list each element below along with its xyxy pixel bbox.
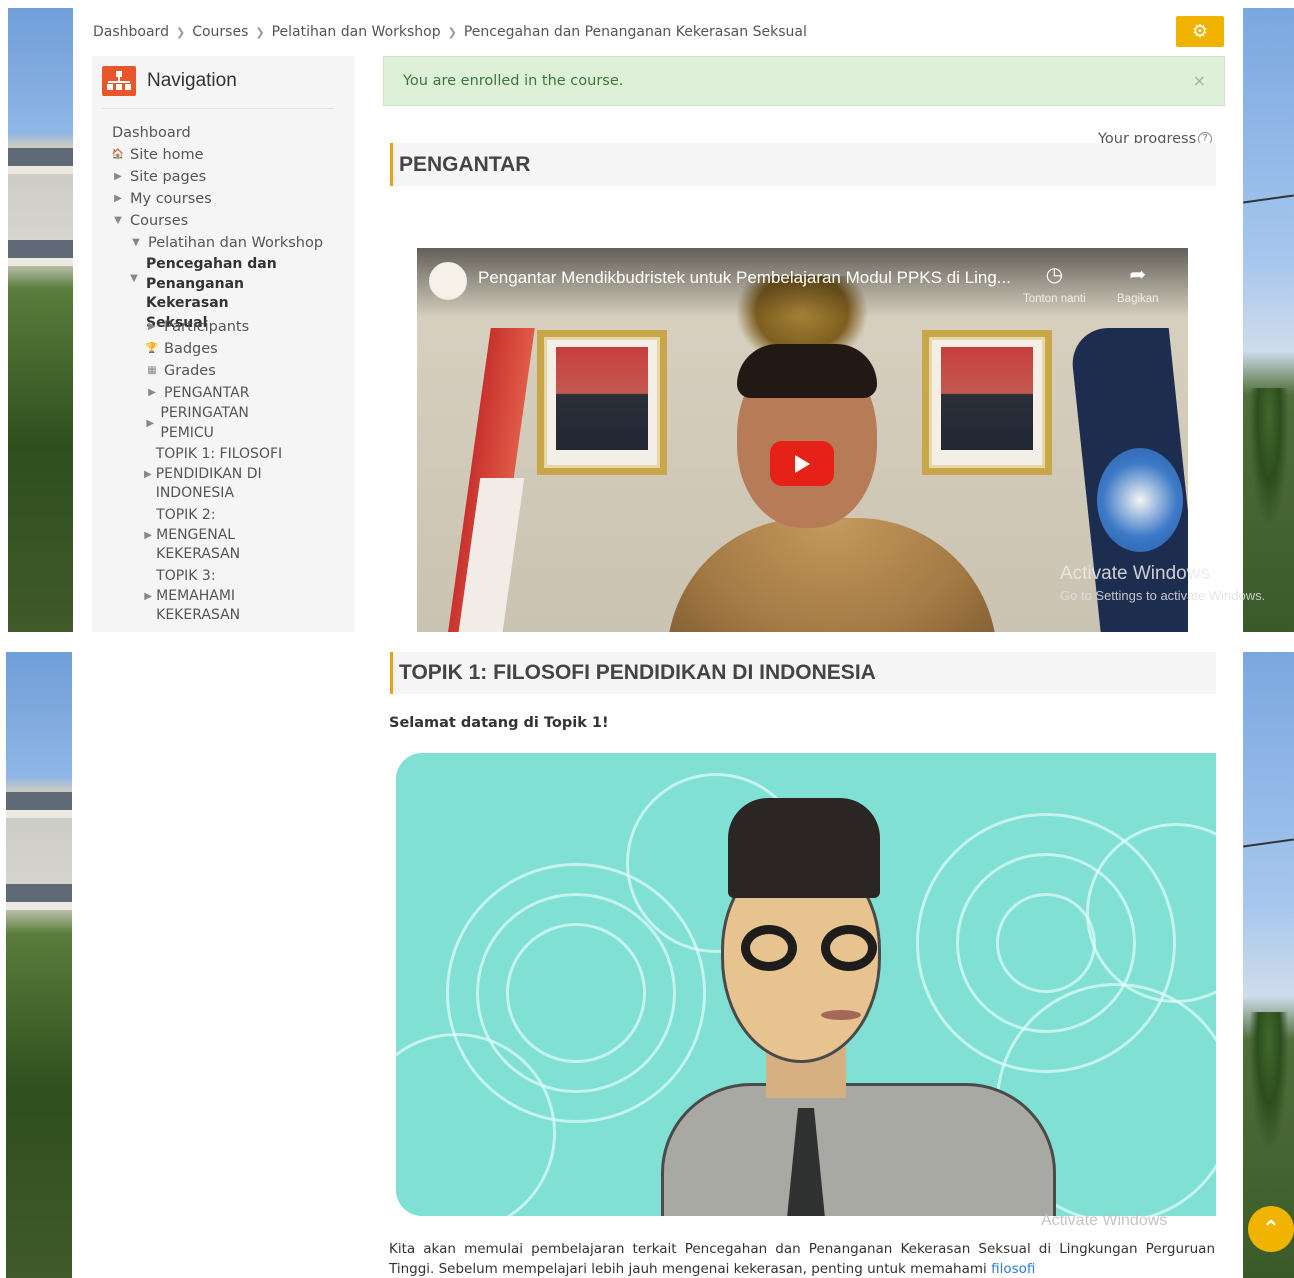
nav-label: Site pages — [130, 169, 207, 185]
alert-message: You are enrolled in the course. — [403, 73, 624, 89]
illustration-peci — [728, 798, 880, 898]
course-page-top: Dashboard ❯ Courses ❯ Pelatihan dan Workshop… — [73, 8, 1265, 632]
breadcrumb-pelatihan[interactable]: Pelatihan dan Workshop — [272, 24, 441, 40]
share-icon: ➦ — [1129, 264, 1147, 286]
portrait-frame-right — [922, 330, 1052, 475]
share-label: Bagikan — [1117, 293, 1159, 305]
paragraph-text: Kita akan memulai pembelajaran terkait P… — [389, 1241, 1215, 1277]
nav-label: TOPIK 2: MENGENAL KEKERASAN — [156, 507, 241, 562]
chevron-right-icon: ❯ — [255, 26, 265, 39]
scroll-to-top-button[interactable]: ⌃ — [1248, 1206, 1294, 1252]
nav-label: PERINGATAN PEMICU — [160, 405, 249, 441]
nav-item-courses[interactable]: ▼ Courses — [110, 210, 188, 232]
breadcrumb: Dashboard ❯ Courses ❯ Pelatihan dan Workshop… — [93, 24, 807, 40]
background-photo-left-lower — [6, 652, 72, 1278]
nav-label: PENGANTAR — [164, 385, 250, 401]
caret-right-icon: ▶ — [144, 529, 152, 541]
caret-down-icon: ▼ — [130, 273, 138, 284]
nav-item-topik3[interactable]: ▶ TOPIK 3: MEMAHAMI KEKERASAN — [144, 567, 274, 626]
share-button[interactable]: ➦ Bagikan — [1117, 262, 1159, 305]
close-icon[interactable]: × — [1193, 71, 1206, 90]
watch-later-button[interactable]: ◷ Tonton nanti — [1023, 262, 1086, 305]
nav-item-my-courses[interactable]: ▶ My courses — [110, 188, 212, 210]
filosofi-link[interactable]: filosofi — [991, 1261, 1035, 1277]
breadcrumb-courses[interactable]: Courses — [192, 24, 248, 40]
chevron-right-icon: ❯ — [175, 26, 186, 39]
nav-item-grades[interactable]: ▦ Grades — [144, 360, 216, 382]
course-page-bottom: TOPIK 1: FILOSOFI PENDIDIKAN DI INDONESI… — [73, 652, 1243, 1278]
nav-item-peringatan[interactable]: ▶ PERINGATAN PEMICU — [144, 404, 274, 443]
caret-right-icon: ▶ — [148, 387, 156, 398]
breadcrumb-course[interactable]: Pencegahan dan Penanganan Kekerasan Seks… — [464, 24, 807, 40]
section-title-text: PENGANTAR — [399, 152, 531, 176]
chevron-up-icon: ⌃ — [1261, 1216, 1281, 1242]
play-button[interactable] — [770, 441, 834, 486]
welcome-heading: Selamat datang di Topik 1! — [389, 715, 609, 731]
caret-right-icon: ▶ — [146, 417, 155, 429]
video-person-hair — [737, 344, 877, 398]
tut-wuri-emblem — [1097, 448, 1183, 552]
nav-label: Grades — [164, 363, 216, 379]
windows-watermark-subtitle: Go to Settings to activate Windows. — [1060, 588, 1266, 603]
gear-icon: ⚙ — [1191, 21, 1209, 42]
illustration-glasses-left — [741, 925, 797, 971]
divider — [102, 108, 334, 109]
caret-right-icon: ▶ — [144, 590, 152, 602]
nav-item-participants[interactable]: ▶ Participants — [144, 316, 249, 338]
windows-watermark-title-lower: Activate Windows — [1041, 1212, 1168, 1229]
nav-item-site-home[interactable]: 🏠 Site home — [110, 144, 204, 166]
chevron-right-icon: ❯ — [447, 26, 457, 39]
illustration-glasses-right — [821, 925, 877, 971]
video-title[interactable]: Pengantar Mendikbudristek untuk Pembelaj… — [478, 268, 1011, 288]
watch-later-label: Tonton nanti — [1023, 293, 1086, 305]
illustration-mouth — [821, 1010, 861, 1020]
navigation-title: Navigation — [147, 70, 237, 91]
illustration-torso — [661, 1083, 1056, 1216]
clock-icon: ◷ — [1045, 264, 1064, 286]
channel-avatar[interactable] — [429, 262, 467, 300]
windows-watermark-title: Activate Windows — [1060, 563, 1210, 584]
trophy-icon: 🏆 — [145, 343, 159, 354]
nav-label: Site home — [130, 147, 204, 163]
nav-label: TOPIK 3: MEMAHAMI KEKERASAN — [156, 568, 241, 623]
caret-right-icon: ▶ — [114, 171, 122, 182]
home-icon: 🏠 — [111, 149, 125, 160]
ki-hajar-dewantara-illustration — [396, 753, 1216, 1216]
caret-right-icon: ▶ — [144, 468, 152, 480]
nav-item-pelatihan[interactable]: ▼ Pelatihan dan Workshop — [128, 232, 323, 254]
nav-item-badges[interactable]: 🏆 Badges — [144, 338, 218, 360]
navigation-header: Navigation — [102, 66, 237, 96]
caret-down-icon: ▼ — [114, 215, 122, 226]
nav-label: Badges — [164, 341, 218, 357]
breadcrumb-dashboard[interactable]: Dashboard — [93, 24, 169, 40]
background-photo-left — [8, 8, 74, 632]
nav-label: Pelatihan dan Workshop — [148, 235, 324, 251]
nav-label: TOPIK 1: FILOSOFI PENDIDIKAN DI INDONESI… — [155, 446, 283, 501]
sitemap-icon — [102, 66, 136, 96]
nav-label: Participants — [164, 319, 250, 335]
nav-item-topik2[interactable]: ▶ TOPIK 2: MENGENAL KEKERASAN — [144, 506, 274, 565]
nav-label: Courses — [130, 213, 189, 229]
table-icon: ▦ — [147, 365, 157, 376]
topik1-intro-paragraph: Kita akan memulai pembelajaran terkait P… — [389, 1239, 1215, 1278]
navigation-block: Navigation Dashboard 🏠 Site home ▶ Site pa… — [92, 56, 354, 632]
nav-label: My courses — [130, 191, 212, 207]
enrolled-alert: You are enrolled in the course. × — [383, 56, 1225, 106]
nav-item-site-pages[interactable]: ▶ Site pages — [110, 166, 206, 188]
background-photo-right — [1243, 8, 1294, 632]
section-title-pengantar: PENGANTAR — [390, 143, 1216, 186]
background-photo-right-lower — [1243, 652, 1294, 1278]
portrait-frame-left — [537, 330, 667, 475]
nav-item-pengantar[interactable]: ▶ PENGANTAR — [144, 382, 249, 404]
caret-right-icon: ▶ — [114, 193, 122, 204]
caret-right-icon: ▶ — [148, 321, 156, 332]
section-title-text: TOPIK 1: FILOSOFI PENDIDIKAN DI INDONESI… — [399, 661, 876, 684]
nav-label: Dashboard — [112, 125, 191, 141]
section-title-topik1: TOPIK 1: FILOSOFI PENDIDIKAN DI INDONESI… — [390, 652, 1216, 694]
nav-item-topik1[interactable]: ▶ TOPIK 1: FILOSOFI PENDIDIKAN DI INDONES… — [144, 445, 306, 504]
nav-item-dashboard[interactable]: Dashboard — [112, 122, 191, 144]
settings-button[interactable]: ⚙ — [1176, 16, 1224, 47]
caret-down-icon: ▼ — [132, 237, 140, 248]
